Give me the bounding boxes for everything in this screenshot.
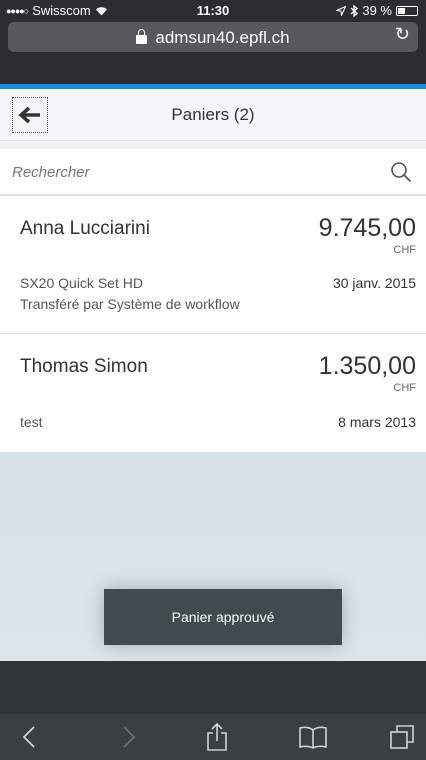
item-description: test bbox=[20, 414, 43, 430]
bookmarks-icon bbox=[299, 726, 327, 749]
item-description: SX20 Quick Set HD bbox=[20, 275, 143, 291]
item-currency: CHF bbox=[393, 244, 416, 256]
tabs-button[interactable] bbox=[386, 714, 418, 760]
item-name: Anna Lucciarini bbox=[20, 218, 150, 239]
app-footer bbox=[0, 661, 426, 714]
tabs-icon bbox=[390, 725, 414, 749]
lock-icon bbox=[136, 29, 148, 44]
cart-list: Anna Lucciarini 9.745,00 CHF SX20 Quick … bbox=[0, 196, 426, 453]
browser-toolbar bbox=[0, 714, 426, 760]
browser-forward-button[interactable] bbox=[114, 714, 144, 760]
share-icon bbox=[207, 722, 227, 751]
back-icon bbox=[22, 726, 35, 748]
forward-icon bbox=[123, 726, 136, 748]
bookmarks-button[interactable] bbox=[296, 714, 330, 760]
battery-level bbox=[398, 7, 405, 14]
item-name: Thomas Simon bbox=[20, 356, 148, 377]
browser-back-button[interactable] bbox=[14, 714, 44, 760]
bluetooth-icon bbox=[350, 4, 359, 17]
search-input[interactable] bbox=[12, 155, 372, 189]
item-amount: 1.350,00 bbox=[318, 352, 416, 380]
battery-percent: 39 % bbox=[362, 3, 392, 18]
share-button[interactable] bbox=[202, 714, 232, 760]
battery-icon bbox=[396, 5, 418, 16]
toast-message: Panier approuvé bbox=[104, 589, 342, 645]
url-bar[interactable]: admsun40.epfl.ch ↻ bbox=[8, 22, 418, 52]
list-item[interactable]: Anna Lucciarini 9.745,00 CHF SX20 Quick … bbox=[0, 196, 426, 334]
browser-chrome: ●●●●○ Swisscom 11:30 39 % admsun40.epfl.… bbox=[0, 0, 426, 84]
search-icon[interactable] bbox=[390, 161, 412, 183]
location-arrow-icon bbox=[336, 5, 347, 16]
search-bar bbox=[0, 149, 426, 195]
item-currency: CHF bbox=[393, 382, 416, 394]
list-item[interactable]: Thomas Simon 1.350,00 CHF test 8 mars 20… bbox=[0, 334, 426, 453]
status-right: 39 % bbox=[336, 3, 418, 18]
url-text: admsun40.epfl.ch bbox=[155, 28, 290, 47]
status-bar: ●●●●○ Swisscom 11:30 39 % bbox=[0, 0, 426, 20]
url-display[interactable]: admsun40.epfl.ch bbox=[8, 28, 418, 48]
item-date: 8 mars 2013 bbox=[338, 414, 416, 430]
item-amount: 9.745,00 bbox=[318, 214, 416, 242]
app-header: Paniers (2) bbox=[0, 89, 426, 141]
item-date: 30 janv. 2015 bbox=[332, 275, 416, 291]
header-divider bbox=[0, 141, 426, 149]
reload-icon[interactable]: ↻ bbox=[395, 24, 410, 45]
item-subtitle: Transféré par Système de workflow bbox=[20, 296, 240, 312]
page-title: Paniers (2) bbox=[171, 105, 255, 124]
